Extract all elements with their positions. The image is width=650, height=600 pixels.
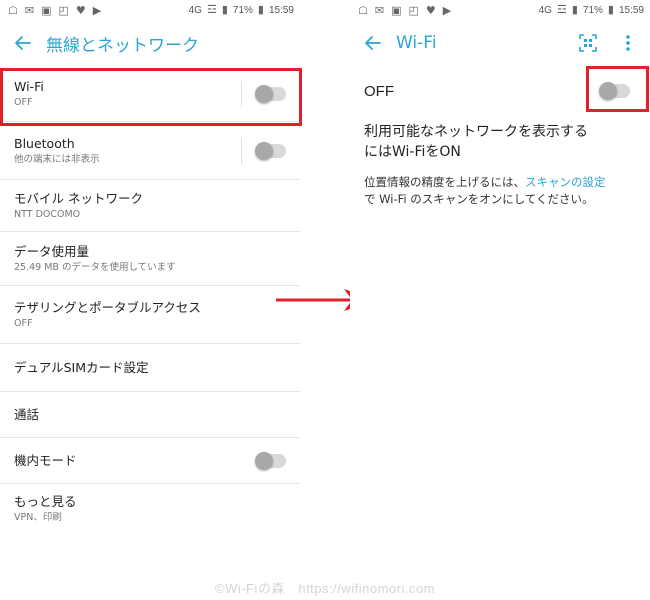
setting-title: もっと見る — [14, 494, 77, 509]
more-options-button[interactable] — [616, 31, 640, 55]
wifi-icon: ☲ — [556, 3, 567, 16]
toggle-knob — [255, 84, 273, 103]
arrow-left-icon — [365, 36, 381, 50]
image-icon: ▣ — [41, 3, 52, 17]
clock: 15:59 — [268, 4, 294, 16]
wifi-settings-screen: ☖ ✉ ▣ ◰ ♥ ▶ 4G ☲ ▮ 71% ▮ 15:59 Wi-Fi OFF… — [350, 0, 650, 600]
wifi-icon: ☲ — [206, 3, 217, 16]
battery-level: 71% — [232, 4, 253, 16]
image-icon: ▣ — [391, 3, 402, 17]
qr-code-icon — [579, 34, 597, 52]
setting-title: Wi-Fi — [14, 78, 44, 94]
arrow-left-icon — [15, 36, 31, 50]
status-bar: ☖ ✉ ▣ ◰ ♥ ▶ 4G ☲ ▮ 71% ▮ 15:59 — [350, 0, 650, 20]
app-bar: 無線とネットワーク — [0, 20, 300, 66]
divider — [241, 137, 242, 164]
setting-subtitle: VPN、印刷 — [14, 512, 62, 523]
wifi-off-message: 利用可能なネットワークを表示する にはWi-FiをON — [350, 122, 650, 162]
heart-icon: ♥ — [425, 3, 436, 17]
notification-icon: ☖ — [8, 3, 18, 17]
note-text: で Wi-Fi のスキャンをオンにしてください。 — [364, 192, 594, 206]
settings-list: Wi-Fi OFF Bluetooth 他の端末には非表示 モバイル ネットワー… — [0, 66, 300, 534]
setting-subtitle: 他の端末には非表示 — [14, 153, 100, 165]
notification-icon: ☖ — [358, 3, 368, 17]
photo-icon: ◰ — [58, 3, 69, 17]
setting-title: 通話 — [14, 407, 40, 422]
toggle-knob — [255, 141, 273, 160]
toggle-knob — [255, 451, 273, 470]
network-type: 4G — [538, 4, 552, 16]
setting-wifi[interactable]: Wi-Fi OFF — [0, 66, 300, 122]
setting-subtitle: OFF — [14, 96, 33, 108]
setting-subtitle: 25.49 MB のデータを使用しています — [14, 261, 176, 273]
app-bar: Wi-Fi — [350, 20, 650, 66]
wifi-state-label: OFF — [364, 82, 394, 100]
setting-title: デュアルSIMカード設定 — [14, 360, 149, 375]
network-type: 4G — [188, 4, 202, 16]
heart-icon: ♥ — [75, 3, 86, 17]
photo-icon: ◰ — [408, 3, 419, 17]
back-button[interactable] — [356, 26, 390, 60]
play-store-icon: ▶ — [442, 3, 452, 17]
back-button[interactable] — [6, 26, 40, 60]
page-title: 無線とネットワーク — [46, 35, 199, 56]
note-text: 位置情報の精度を上げるには、 — [364, 175, 525, 189]
qr-scan-button[interactable] — [576, 31, 600, 55]
location-scan-note: 位置情報の精度を上げるには、スキャンの設定 で Wi-Fi のスキャンをオンにし… — [350, 174, 650, 208]
signal-icon: ▮ — [571, 3, 578, 16]
signal-icon: ▮ — [221, 3, 228, 16]
setting-mobile-network[interactable]: モバイル ネットワーク NTT DOCOMO — [0, 180, 300, 232]
more-vert-icon — [626, 35, 630, 51]
message-line: にはWi-FiをON — [364, 144, 461, 160]
play-store-icon: ▶ — [92, 3, 102, 17]
message-line: 利用可能なネットワークを表示する — [364, 124, 588, 140]
setting-more[interactable]: もっと見る VPN、印刷 — [0, 484, 300, 534]
divider — [241, 80, 242, 107]
setting-subtitle: NTT DOCOMO — [14, 208, 81, 220]
airplane-mode-toggle[interactable] — [255, 451, 286, 470]
toggle-knob — [599, 82, 617, 100]
clock: 15:59 — [618, 4, 644, 16]
setting-subtitle: OFF — [14, 317, 33, 329]
bluetooth-toggle[interactable] — [255, 141, 286, 160]
setting-bluetooth[interactable]: Bluetooth 他の端末には非表示 — [0, 122, 300, 180]
wifi-master-switch[interactable]: OFF — [350, 66, 650, 116]
setting-title: Bluetooth — [14, 135, 75, 151]
battery-icon: ▮ — [607, 3, 614, 16]
scan-settings-link[interactable]: スキャンの設定 — [525, 175, 606, 189]
setting-title: データ使用量 — [14, 243, 90, 259]
setting-tethering[interactable]: テザリングとポータブルアクセス OFF — [0, 286, 300, 344]
setting-title: 機内モード — [14, 453, 77, 468]
battery-icon: ▮ — [257, 3, 264, 16]
page-title: Wi-Fi — [396, 33, 437, 53]
mail-icon: ✉ — [24, 3, 35, 17]
wifi-toggle[interactable] — [599, 82, 630, 100]
watermark: ©Wi-Fiの森 https://wifinomori.com — [214, 581, 436, 596]
wifi-toggle[interactable] — [255, 84, 286, 103]
status-bar: ☖ ✉ ▣ ◰ ♥ ▶ 4G ☲ ▮ 71% ▮ 15:59 — [0, 0, 300, 20]
settings-wireless-network-screen: ☖ ✉ ▣ ◰ ♥ ▶ 4G ☲ ▮ 71% ▮ 15:59 無線とネットワーク… — [0, 0, 302, 600]
setting-title: モバイル ネットワーク — [14, 190, 143, 206]
setting-dual-sim[interactable]: デュアルSIMカード設定 — [0, 344, 300, 392]
setting-title: テザリングとポータブルアクセス — [14, 299, 201, 315]
setting-airplane-mode[interactable]: 機内モード — [0, 438, 300, 484]
battery-level: 71% — [582, 4, 603, 16]
setting-data-usage[interactable]: データ使用量 25.49 MB のデータを使用しています — [0, 232, 300, 286]
mail-icon: ✉ — [374, 3, 385, 17]
setting-calls[interactable]: 通話 — [0, 392, 300, 438]
